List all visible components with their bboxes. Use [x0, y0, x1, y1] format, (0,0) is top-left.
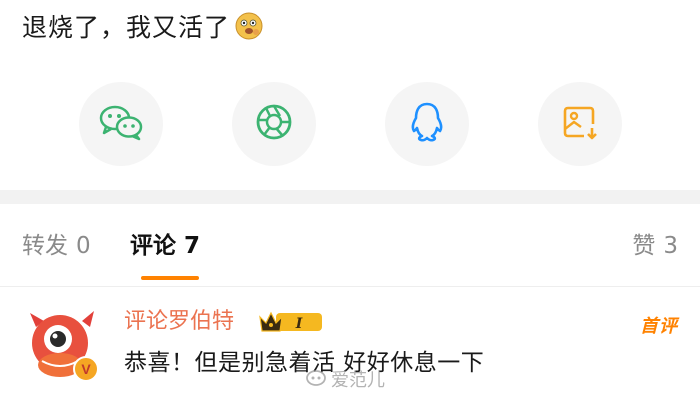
tab-comment-label: 评论 — [130, 233, 176, 259]
tab-repost[interactable]: 转发 0 — [22, 226, 91, 266]
watermark-text: 爱范儿 — [331, 370, 385, 391]
active-tab-indicator — [141, 276, 199, 280]
share-save-image-button[interactable] — [538, 82, 622, 166]
share-wechat-button[interactable] — [79, 82, 163, 166]
watermark-logo-icon — [305, 368, 327, 391]
post-text-row: 退烧了，我又活了 — [22, 8, 264, 44]
save-image-icon — [560, 102, 600, 146]
moments-aperture-icon — [254, 102, 294, 146]
tab-like-label: 赞 — [632, 233, 656, 259]
member-badge-level: I — [295, 316, 303, 332]
first-comment-tag: 首评 — [640, 316, 678, 337]
tab-comment-count: 7 — [184, 233, 201, 259]
share-moments-button[interactable] — [232, 82, 316, 166]
cat-face-emoji-icon — [234, 11, 264, 41]
tab-like[interactable]: 赞3 — [632, 226, 678, 266]
crown-badge-icon: I — [259, 311, 322, 332]
tab-like-count: 3 — [663, 233, 678, 259]
tab-repost-count: 0 — [76, 233, 91, 259]
avatar-mascot-icon: V — [30, 311, 99, 382]
member-badge: I — [258, 309, 324, 335]
qq-penguin-icon — [407, 100, 447, 148]
watermark: 爱范儿 — [305, 366, 385, 392]
svg-text:V: V — [81, 361, 91, 377]
post-text: 退烧了，我又活了 — [22, 13, 231, 42]
share-row — [0, 82, 700, 166]
tab-comment[interactable]: 评论 7 — [130, 226, 200, 266]
tab-repost-label: 转发 — [22, 233, 68, 259]
wechat-icon — [98, 102, 144, 146]
avatar[interactable]: V — [22, 305, 102, 385]
tabs-divider — [0, 286, 700, 287]
section-divider — [0, 190, 700, 204]
share-qq-button[interactable] — [385, 82, 469, 166]
comment-author-name[interactable]: 评论罗伯特 — [124, 306, 234, 338]
